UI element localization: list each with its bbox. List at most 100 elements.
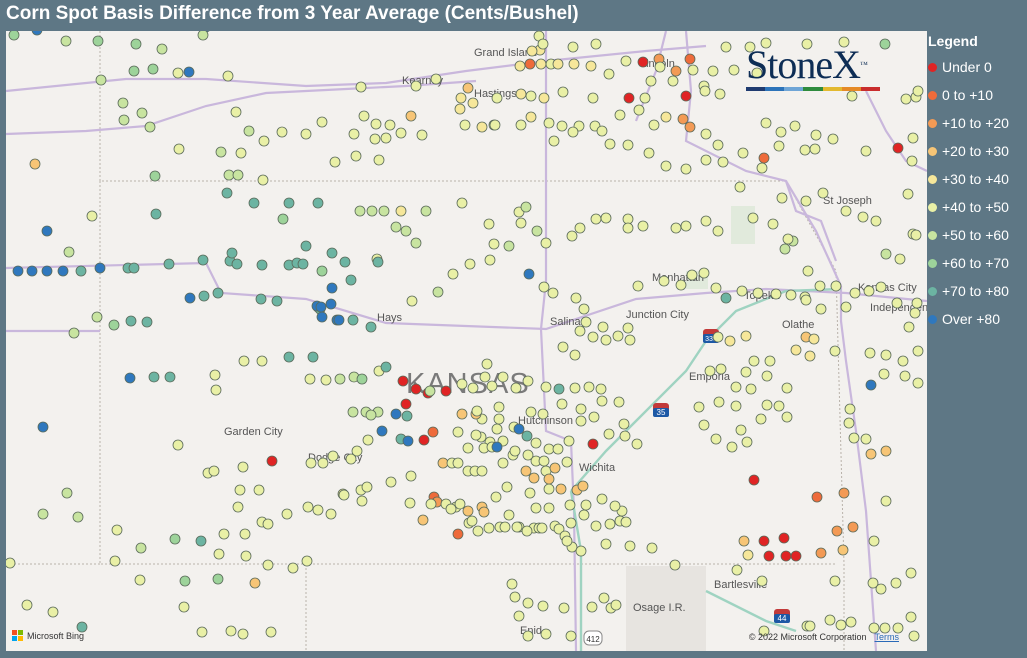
basis-point[interactable] (459, 119, 471, 131)
basis-point[interactable] (845, 616, 857, 628)
basis-point[interactable] (619, 430, 631, 442)
basis-point[interactable] (380, 132, 392, 144)
basis-point[interactable] (173, 143, 185, 155)
basis-point[interactable] (218, 528, 230, 540)
basis-point[interactable] (700, 154, 712, 166)
basis-point[interactable] (327, 450, 339, 462)
basis-point[interactable] (903, 321, 915, 333)
basis-point[interactable] (577, 480, 589, 492)
basis-point[interactable] (596, 125, 608, 137)
basis-point[interactable] (680, 90, 692, 102)
basis-point[interactable] (860, 433, 872, 445)
basis-point[interactable] (6, 557, 16, 569)
basis-point[interactable] (865, 379, 877, 391)
basis-point[interactable] (857, 211, 869, 223)
basis-point[interactable] (563, 435, 575, 447)
basis-point[interactable] (520, 465, 532, 477)
basis-point[interactable] (835, 619, 847, 631)
basis-point[interactable] (493, 413, 505, 425)
basis-point[interactable] (583, 381, 595, 393)
basis-point[interactable] (307, 351, 319, 363)
basis-point[interactable] (912, 345, 924, 357)
basis-point[interactable] (756, 162, 768, 174)
basis-point[interactable] (41, 225, 53, 237)
basis-point[interactable] (537, 408, 549, 420)
basis-point[interactable] (395, 205, 407, 217)
legend-item[interactable]: +60 to +70 (928, 249, 1027, 277)
basis-point[interactable] (654, 61, 666, 73)
basis-point[interactable] (513, 423, 525, 435)
basis-point[interactable] (840, 301, 852, 313)
basis-point[interactable] (569, 349, 581, 361)
basis-point[interactable] (548, 135, 560, 147)
legend-item[interactable]: +40 to +50 (928, 193, 1027, 221)
basis-point[interactable] (902, 188, 914, 200)
basis-point[interactable] (117, 97, 129, 109)
basis-point[interactable] (484, 254, 496, 266)
basis-point[interactable] (491, 423, 503, 435)
basis-point[interactable] (430, 73, 442, 85)
basis-point[interactable] (575, 403, 587, 415)
basis-point[interactable] (531, 225, 543, 237)
basis-point[interactable] (543, 483, 555, 495)
basis-point[interactable] (632, 280, 644, 292)
basis-point[interactable] (622, 139, 634, 151)
basis-point[interactable] (490, 491, 502, 503)
basis-point[interactable] (590, 38, 602, 50)
basis-point[interactable] (623, 92, 635, 104)
basis-point[interactable] (724, 335, 736, 347)
basis-point[interactable] (128, 262, 140, 274)
basis-point[interactable] (704, 365, 716, 377)
basis-point[interactable] (737, 147, 749, 159)
basis-point[interactable] (752, 287, 764, 299)
basis-point[interactable] (557, 341, 569, 353)
basis-point[interactable] (362, 434, 374, 446)
basis-point[interactable] (684, 121, 696, 133)
basis-point[interactable] (511, 521, 523, 533)
basis-point[interactable] (256, 259, 268, 271)
basis-point[interactable] (456, 197, 468, 209)
basis-point[interactable] (730, 381, 742, 393)
basis-point[interactable] (643, 147, 655, 159)
basis-point[interactable] (509, 591, 521, 603)
basis-point[interactable] (586, 601, 598, 613)
basis-point[interactable] (471, 405, 483, 417)
basis-point[interactable] (226, 247, 238, 259)
basis-point[interactable] (631, 438, 643, 450)
basis-point[interactable] (499, 521, 511, 533)
basis-point[interactable] (213, 548, 225, 560)
basis-point[interactable] (455, 92, 467, 104)
basis-point[interactable] (258, 135, 270, 147)
basis-point[interactable] (620, 516, 632, 528)
basis-point[interactable] (402, 435, 414, 447)
basis-point[interactable] (513, 610, 525, 622)
basis-point[interactable] (41, 265, 53, 277)
basis-point[interactable] (94, 262, 106, 274)
basis-point[interactable] (134, 574, 146, 586)
basis-point[interactable] (530, 437, 542, 449)
basis-point[interactable] (316, 311, 328, 323)
basis-point[interactable] (538, 455, 550, 467)
basis-point[interactable] (564, 499, 576, 511)
basis-point[interactable] (799, 144, 811, 156)
basis-point[interactable] (26, 265, 38, 277)
basis-point[interactable] (479, 371, 491, 383)
basis-point[interactable] (197, 31, 209, 41)
basis-point[interactable] (624, 334, 636, 346)
basis-point[interactable] (868, 535, 880, 547)
basis-point[interactable] (713, 396, 725, 408)
basis-point[interactable] (524, 58, 536, 70)
basis-point[interactable] (700, 215, 712, 227)
basis-point[interactable] (693, 401, 705, 413)
basis-point[interactable] (333, 314, 345, 326)
basis-point[interactable] (908, 630, 920, 642)
basis-point[interactable] (483, 218, 495, 230)
basis-point[interactable] (603, 428, 615, 440)
basis-point[interactable] (567, 126, 579, 138)
basis-point[interactable] (574, 222, 586, 234)
basis-point[interactable] (210, 384, 222, 396)
basis-point[interactable] (266, 455, 278, 467)
legend-item[interactable]: Under 0 (928, 53, 1027, 81)
basis-point[interactable] (817, 187, 829, 199)
basis-point[interactable] (300, 128, 312, 140)
